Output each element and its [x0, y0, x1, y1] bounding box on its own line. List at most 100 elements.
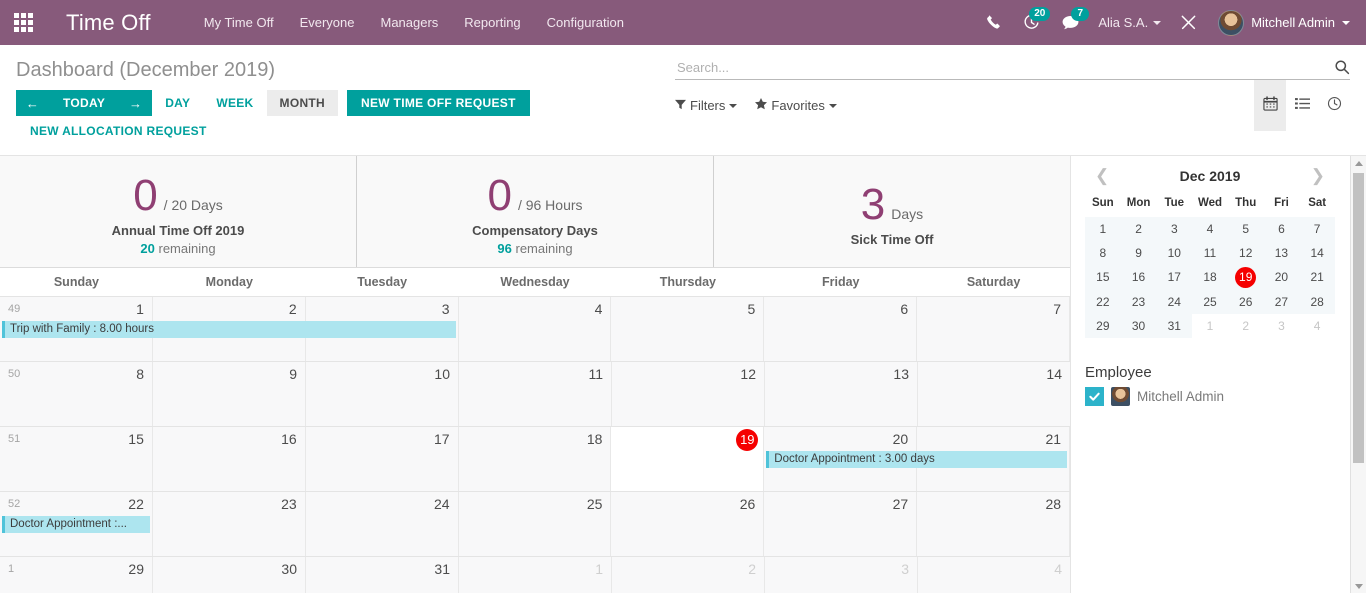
phone-icon[interactable] — [975, 0, 1012, 45]
calendar-day-cell[interactable]: 18 — [458, 427, 612, 491]
vertical-scrollbar[interactable] — [1350, 156, 1366, 593]
mini-calendar-today[interactable]: 19 — [1227, 265, 1264, 290]
calendar-day-cell[interactable]: 51 15 — [0, 427, 153, 491]
calendar-day-cell[interactable]: 28 — [917, 492, 1071, 556]
calendar-day-cell[interactable]: 5 — [611, 297, 765, 361]
mini-calendar-day[interactable]: 28 — [1299, 290, 1335, 314]
mini-calendar-day[interactable]: 15 — [1085, 265, 1121, 290]
scale-day-button[interactable]: DAY — [152, 90, 203, 116]
mini-calendar-day[interactable]: 6 — [1263, 217, 1300, 241]
mini-calendar-day[interactable]: 1 — [1085, 217, 1121, 241]
company-selector[interactable]: Alia S.A. — [1090, 15, 1169, 30]
stat-card[interactable]: 0 / 96 Hours Compensatory Days 96 remaining — [357, 156, 714, 267]
scale-week-button[interactable]: WEEK — [203, 90, 266, 116]
activity-clock-icon[interactable]: 20 — [1012, 0, 1051, 45]
apps-grid-icon[interactable] — [0, 0, 46, 45]
mini-calendar-day[interactable]: 3 — [1156, 217, 1193, 241]
mini-calendar-day[interactable]: 20 — [1263, 265, 1300, 290]
calendar-day-cell[interactable]: 27 — [764, 492, 918, 556]
calendar-event[interactable]: Doctor Appointment :... — [2, 516, 150, 533]
calendar-day-cell[interactable]: 17 — [305, 427, 459, 491]
mini-calendar-day[interactable]: 21 — [1299, 265, 1335, 290]
next-period-button[interactable]: → — [119, 90, 153, 116]
mini-calendar-day[interactable]: 10 — [1156, 241, 1193, 265]
calendar-day-cell[interactable]: 14 — [918, 362, 1070, 426]
calendar-day-cell[interactable]: 19 — [611, 427, 765, 491]
activity-view-button[interactable] — [1318, 80, 1350, 131]
mini-calendar-day[interactable]: 1 — [1192, 314, 1228, 338]
mini-calendar-day[interactable]: 13 — [1263, 241, 1300, 265]
calendar-day-cell[interactable]: 4 — [458, 297, 612, 361]
mini-calendar-day[interactable]: 17 — [1156, 265, 1193, 290]
calendar-view-button[interactable] — [1254, 80, 1286, 131]
calendar-day-cell[interactable]: 16 — [152, 427, 306, 491]
calendar-day-cell[interactable]: 31 — [306, 557, 459, 593]
calendar-day-cell[interactable]: 24 — [305, 492, 459, 556]
mini-calendar-day[interactable]: 22 — [1085, 290, 1121, 314]
list-view-button[interactable] — [1286, 80, 1318, 131]
mini-calendar-day[interactable]: 27 — [1263, 290, 1300, 314]
search-icon[interactable] — [1326, 59, 1350, 75]
new-allocation-request-button[interactable]: NEW ALLOCATION REQUEST — [16, 116, 207, 138]
calendar-day-cell[interactable]: 1 29 — [0, 557, 153, 593]
scale-month-button[interactable]: MONTH — [266, 90, 339, 116]
scroll-down-arrow-icon[interactable] — [1351, 579, 1366, 593]
menu-item-everyone[interactable]: Everyone — [287, 0, 368, 45]
calendar-event[interactable]: Doctor Appointment : 3.00 days — [766, 451, 1067, 468]
today-button[interactable]: TODAY — [49, 90, 120, 116]
calendar-day-cell[interactable]: 50 8 — [0, 362, 153, 426]
stat-card[interactable]: 0 / 20 Days Annual Time Off 2019 20 remaini… — [0, 156, 357, 267]
mini-calendar-day[interactable]: 3 — [1263, 314, 1300, 338]
stat-card[interactable]: 3 Days Sick Time Off — [714, 156, 1070, 267]
search-input[interactable] — [675, 59, 1326, 75]
mini-calendar-day[interactable]: 7 — [1299, 217, 1335, 241]
filters-dropdown[interactable]: Filters — [675, 98, 738, 113]
calendar-day-cell[interactable]: 6 — [764, 297, 918, 361]
mini-calendar-day[interactable]: 30 — [1120, 314, 1157, 338]
mini-calendar-day[interactable]: 4 — [1299, 314, 1335, 338]
mini-calendar-day[interactable]: 18 — [1192, 265, 1228, 290]
menu-item-configuration[interactable]: Configuration — [534, 0, 637, 45]
calendar-day-cell[interactable]: 9 — [153, 362, 306, 426]
calendar-day-cell[interactable]: 1 — [459, 557, 612, 593]
calendar-day-cell[interactable]: 3 — [765, 557, 918, 593]
mini-calendar-day[interactable]: 24 — [1156, 290, 1193, 314]
menu-item-my-time-off[interactable]: My Time Off — [191, 0, 287, 45]
calendar-day-cell[interactable]: 12 — [612, 362, 765, 426]
scrollbar-thumb[interactable] — [1353, 173, 1364, 463]
mini-calendar-day[interactable]: 23 — [1120, 290, 1157, 314]
calendar-day-cell[interactable]: 23 — [152, 492, 306, 556]
mini-calendar-day[interactable]: 29 — [1085, 314, 1121, 338]
mini-calendar-day[interactable]: 14 — [1299, 241, 1335, 265]
developer-tools-icon[interactable] — [1169, 0, 1208, 45]
mini-calendar-day[interactable]: 16 — [1120, 265, 1157, 290]
calendar-day-cell[interactable]: 30 — [153, 557, 306, 593]
calendar-day-cell[interactable]: 7 — [917, 297, 1071, 361]
mini-calendar-day[interactable]: 8 — [1085, 241, 1121, 265]
new-time-off-request-button[interactable]: NEW TIME OFF REQUEST — [347, 90, 530, 116]
calendar-day-cell[interactable]: 26 — [611, 492, 765, 556]
chevron-right-icon[interactable]: ❯ — [1305, 167, 1331, 184]
calendar-day-cell[interactable]: 13 — [765, 362, 918, 426]
messages-icon[interactable]: 7 — [1051, 0, 1090, 45]
menu-item-managers[interactable]: Managers — [367, 0, 451, 45]
mini-calendar-day[interactable]: 11 — [1192, 241, 1228, 265]
chevron-left-icon[interactable]: ❮ — [1089, 167, 1115, 184]
favorites-dropdown[interactable]: Favorites — [755, 98, 837, 113]
mini-calendar-day[interactable]: 2 — [1120, 217, 1157, 241]
mini-calendar-day[interactable]: 26 — [1227, 290, 1264, 314]
mini-calendar-day[interactable]: 2 — [1227, 314, 1264, 338]
employee-filter-item[interactable]: Mitchell Admin — [1085, 387, 1335, 406]
mini-calendar-day[interactable]: 5 — [1227, 217, 1264, 241]
calendar-event[interactable]: Trip with Family : 8.00 hours — [2, 321, 456, 338]
scroll-up-arrow-icon[interactable] — [1351, 156, 1366, 171]
mini-calendar-day[interactable]: 12 — [1227, 241, 1264, 265]
mini-calendar-day[interactable]: 25 — [1192, 290, 1228, 314]
calendar-day-cell[interactable]: 2 — [612, 557, 765, 593]
user-menu[interactable]: Mitchell Admin — [1208, 9, 1356, 36]
mini-calendar-day[interactable]: 31 — [1156, 314, 1193, 338]
menu-item-reporting[interactable]: Reporting — [451, 0, 533, 45]
calendar-day-cell[interactable]: 10 — [306, 362, 459, 426]
employee-checkbox[interactable] — [1085, 387, 1104, 406]
calendar-day-cell[interactable]: 4 — [918, 557, 1070, 593]
